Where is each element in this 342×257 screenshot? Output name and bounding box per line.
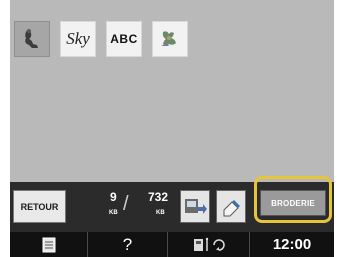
menu-button[interactable] [10,232,88,257]
category-embroidery-pattern[interactable] [14,21,50,57]
document-icon [42,237,55,252]
memory-used-unit: KB [109,210,118,216]
eraser-icon [223,199,240,216]
help-icon: ? [122,234,133,254]
settings-button[interactable] [168,232,250,257]
delete-pattern-button[interactable] [216,190,246,223]
script-font-label: Sky [66,29,90,48]
memory-transfer-button[interactable] [180,190,210,223]
help-button[interactable]: ? [88,232,168,257]
back-button[interactable]: RETOUR [13,190,66,223]
machine-transfer-icon [185,198,207,214]
category-block-font[interactable]: ABC [106,21,142,57]
threading-settings-icon [193,237,225,251]
status-bar: ? 12:00 [10,232,334,257]
clock-time: 12:00 [272,236,312,253]
embroidery-design-icon [161,31,176,46]
memory-total-unit: KB [156,210,165,216]
memory-total-value: 732 [148,190,169,204]
clock-display: 12:00 [250,232,334,257]
category-design-pattern[interactable] [152,21,188,57]
machine-lcd-screen: Sky ABC RETOUR 9 KB / 732 KB ? 12:00 BRO… [10,0,334,257]
pattern-selection-area: Sky ABC [10,0,334,182]
memory-used-value: 9 [110,190,117,204]
embroidery-figure-icon [25,29,38,48]
memory-separator: / [123,193,129,215]
category-script-font[interactable]: Sky [60,21,96,57]
block-font-label: ABC [110,32,138,46]
embroidery-button[interactable]: BRODERIE [260,190,326,216]
